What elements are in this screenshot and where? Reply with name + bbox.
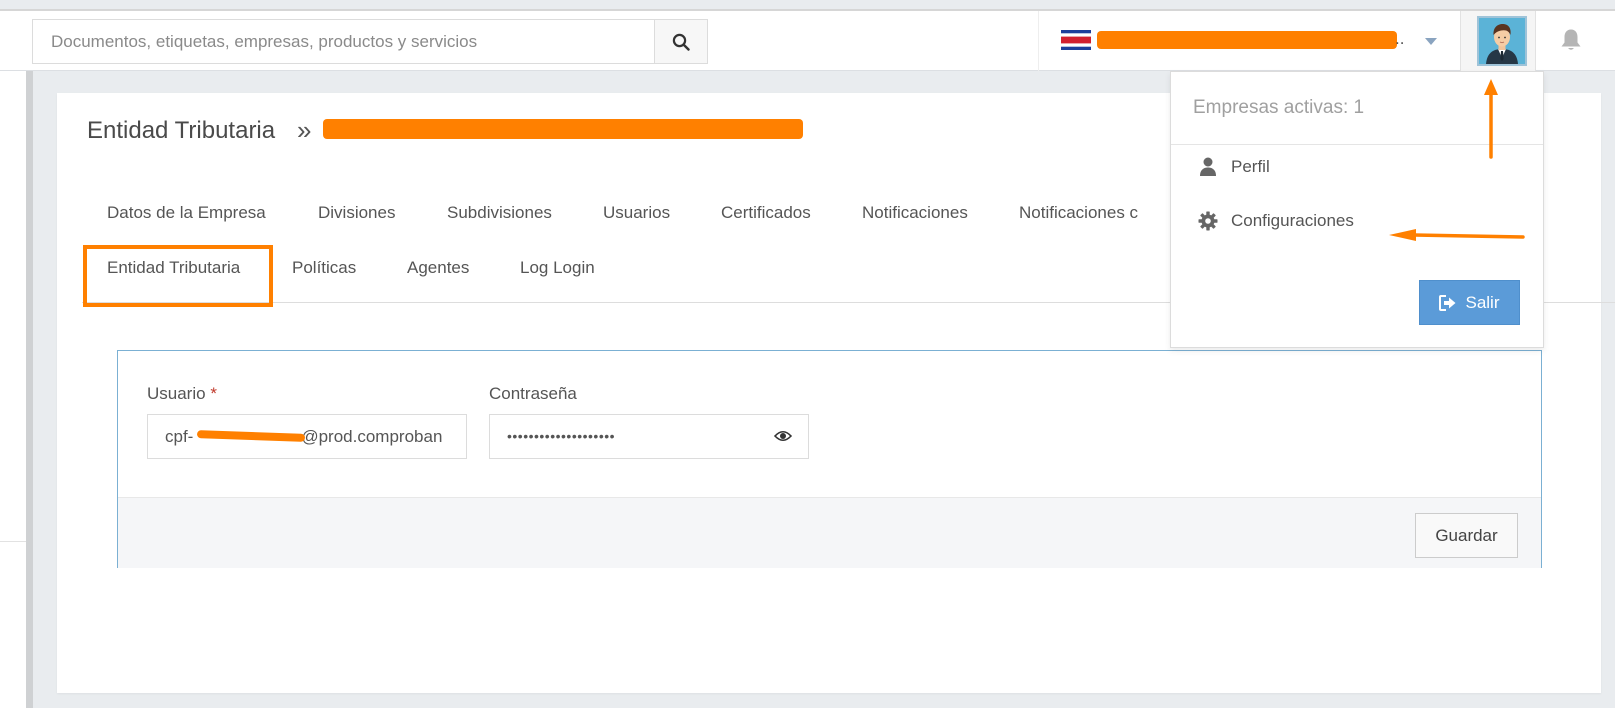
password-field[interactable]: •••••••••••••••••••• <box>489 414 809 459</box>
tab-politicas[interactable]: Políticas <box>292 258 356 278</box>
sidebar-edge <box>26 71 33 708</box>
menu-item-configuraciones[interactable]: Configuraciones <box>1196 211 1354 231</box>
active-tab-highlight <box>83 245 273 307</box>
user-icon <box>1196 157 1220 177</box>
tab-notificaciones-2[interactable]: Notificaciones c <box>1019 203 1138 223</box>
costa-rica-flag-icon <box>1061 30 1091 50</box>
tab-datos-empresa[interactable]: Datos de la Empresa <box>107 203 266 223</box>
sidebar-divider <box>0 541 26 542</box>
redacted-company-name <box>1097 31 1397 49</box>
user-dropdown-menu: Empresas activas: 1 Perfil Configuracion… <box>1170 71 1544 348</box>
breadcrumb-separator: » <box>297 115 312 145</box>
eye-icon[interactable] <box>774 429 792 443</box>
menu-item-perfil[interactable]: Perfil <box>1196 157 1270 177</box>
tab-agentes[interactable]: Agentes <box>407 258 469 278</box>
bell-icon[interactable] <box>1560 28 1582 52</box>
user-menu-toggle[interactable] <box>1460 11 1536 71</box>
password-label: Contraseña <box>489 384 577 403</box>
user-field-prefix: cpf- <box>165 427 194 446</box>
tab-usuarios[interactable]: Usuarios <box>603 203 670 223</box>
redacted-company-title <box>323 119 803 139</box>
credentials-form: Usuario * cpf- @prod.comproban Contraseña… <box>117 350 1542 568</box>
company-selector[interactable]: .. <box>1038 11 1460 71</box>
tab-divisiones[interactable]: Divisiones <box>318 203 395 223</box>
tab-notificaciones[interactable]: Notificaciones <box>862 203 968 223</box>
user-field[interactable]: cpf- @prod.comproban <box>147 414 467 459</box>
gear-icon <box>1196 211 1220 231</box>
tab-certificados[interactable]: Certificados <box>721 203 811 223</box>
redaction-stroke <box>196 430 306 442</box>
logout-button[interactable]: Salir <box>1419 280 1520 325</box>
page-title: Entidad Tributaria <box>87 117 276 144</box>
tab-log-login[interactable]: Log Login <box>520 258 595 278</box>
user-label: Usuario * <box>147 384 217 404</box>
logout-label: Salir <box>1465 292 1500 312</box>
avatar[interactable] <box>1477 16 1527 66</box>
search-icon <box>672 33 690 51</box>
menu-item-label: Perfil <box>1231 157 1270 176</box>
left-sidebar <box>0 71 26 708</box>
active-companies-count: Empresas activas: 1 <box>1193 97 1365 118</box>
tab-subdivisiones[interactable]: Subdivisiones <box>447 203 552 223</box>
caret-down-icon <box>1425 38 1437 45</box>
search-button[interactable] <box>654 20 707 63</box>
user-label-text: Usuario <box>147 384 206 403</box>
password-value: •••••••••••••••••••• <box>507 428 616 444</box>
required-mark: * <box>210 384 217 403</box>
save-button[interactable]: Guardar <box>1415 513 1518 558</box>
top-bar: .. <box>0 9 1615 71</box>
search-input[interactable] <box>33 20 654 63</box>
company-name-ellipsis: .. <box>1395 29 1405 48</box>
search-box <box>32 19 708 64</box>
menu-item-label: Configuraciones <box>1231 211 1354 230</box>
user-field-suffix: @prod.comproban <box>301 427 443 446</box>
form-footer: Guardar <box>118 497 1541 568</box>
sign-out-icon <box>1439 294 1456 311</box>
dropdown-header: Empresas activas: 1 <box>1171 72 1543 145</box>
avatar-icon <box>1479 18 1525 64</box>
